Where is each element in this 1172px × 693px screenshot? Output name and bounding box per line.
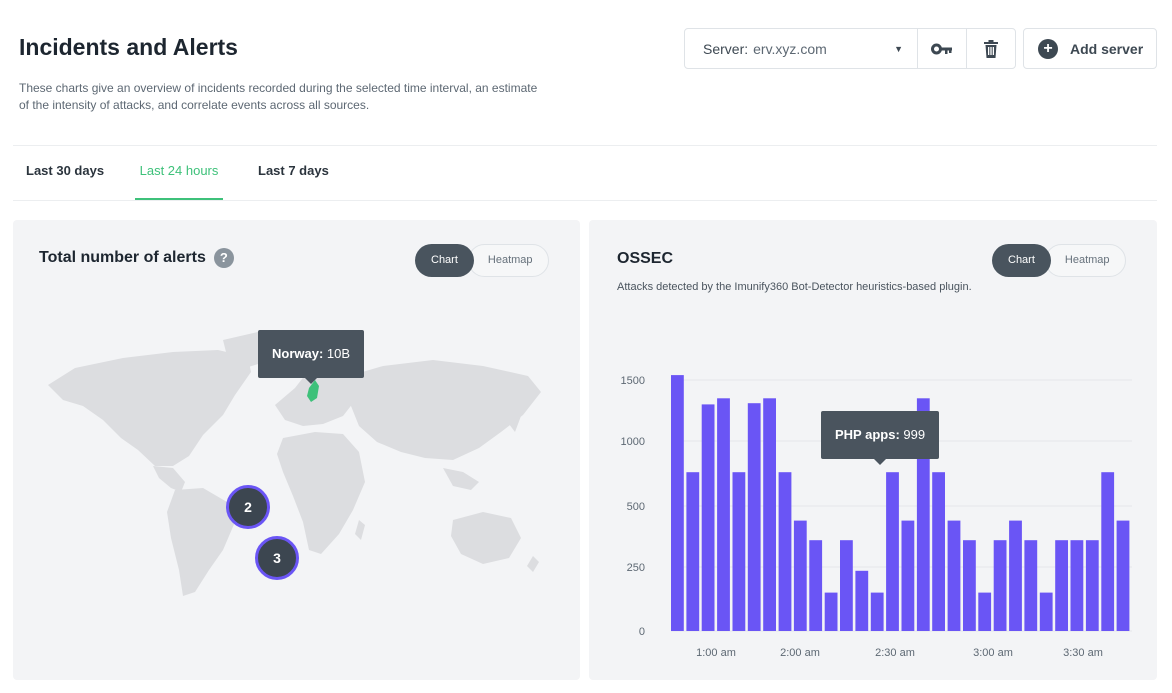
chart-toggle-button[interactable]: Chart xyxy=(992,244,1051,277)
map-tooltip: Norway: 10B xyxy=(258,330,365,384)
y-tick-label: 1500 xyxy=(621,375,645,387)
chart-bar[interactable] xyxy=(793,520,807,631)
chart-bar[interactable] xyxy=(809,540,823,631)
server-value: erv.xyz.com xyxy=(753,40,827,57)
tooltip-country: Norway: xyxy=(272,346,324,361)
server-toolbar: Server: erv.xyz.com ▼ xyxy=(684,28,1016,69)
x-tick-label: 3:30 am xyxy=(1063,647,1103,659)
map-central-america xyxy=(153,466,185,492)
plus-circle-icon: + xyxy=(1038,38,1058,59)
map-cluster-marker[interactable]: 3 xyxy=(255,536,299,580)
time-range-tabs: Last 30 days Last 24 hours Last 7 days xyxy=(13,146,1157,201)
map-north-america xyxy=(48,350,251,466)
tab-last-7-days[interactable]: Last 7 days xyxy=(258,146,329,200)
map-south-america xyxy=(167,488,235,596)
chart-bar[interactable] xyxy=(1085,540,1099,631)
y-tick-label: 1000 xyxy=(621,436,645,448)
alerts-map-card: Total number of alerts? Chart Heatmap No… xyxy=(13,220,580,680)
page-title: Incidents and Alerts xyxy=(19,34,238,60)
x-tick-label: 1:00 am xyxy=(696,647,736,659)
chart-bar[interactable] xyxy=(1101,472,1115,631)
chart-bar[interactable] xyxy=(717,398,730,631)
world-map[interactable] xyxy=(13,220,580,680)
chart-bar[interactable] xyxy=(701,404,715,631)
server-label: Server: xyxy=(703,40,749,57)
chart-bar[interactable] xyxy=(763,398,776,631)
add-server-button[interactable]: + Add server xyxy=(1023,28,1157,69)
chart-bar[interactable] xyxy=(1055,540,1068,631)
map-cluster-marker[interactable]: 2 xyxy=(226,485,270,529)
chart-bar[interactable] xyxy=(855,570,869,631)
chart-toggle-button[interactable]: Chart xyxy=(415,244,474,277)
chevron-down-icon: ▼ xyxy=(894,43,903,54)
x-tick-label: 2:00 am xyxy=(780,647,820,659)
chart-bar[interactable] xyxy=(870,592,884,631)
delete-server-button[interactable] xyxy=(966,29,1015,68)
server-select[interactable]: Server: erv.xyz.com ▼ xyxy=(685,29,917,68)
y-tick-label: 0 xyxy=(639,626,645,638)
chart-bar[interactable] xyxy=(932,472,945,631)
tooltip-label: PHP apps: xyxy=(835,427,900,442)
chart-bar[interactable] xyxy=(778,472,792,631)
x-tick-label: 2:30 am xyxy=(875,647,915,659)
chart-bar[interactable] xyxy=(947,520,961,631)
x-tick-label: 3:00 am xyxy=(973,647,1013,659)
tab-last-24-hours[interactable]: Last 24 hours xyxy=(135,146,223,200)
chart-bar[interactable] xyxy=(1039,592,1053,631)
map-asia xyxy=(349,360,541,460)
key-icon xyxy=(931,43,952,54)
chart-bar[interactable] xyxy=(901,520,915,631)
map-new-zealand xyxy=(527,556,539,572)
chart-bar[interactable] xyxy=(1070,540,1084,631)
chart-bar[interactable] xyxy=(886,472,899,631)
chart-bar[interactable] xyxy=(840,540,853,631)
map-southeast-asia xyxy=(443,468,479,490)
chart-bar[interactable] xyxy=(1116,520,1130,631)
chart-bar[interactable] xyxy=(732,472,746,631)
chart-bar[interactable] xyxy=(747,403,761,631)
y-tick-label: 500 xyxy=(627,501,645,513)
chart-bar[interactable] xyxy=(671,375,684,631)
tab-last-30-days[interactable]: Last 30 days xyxy=(26,146,104,200)
key-button[interactable] xyxy=(917,29,966,68)
page-description: These charts give an overview of inciden… xyxy=(19,81,538,112)
tooltip-value: 999 xyxy=(903,427,926,442)
chart-bar[interactable] xyxy=(978,592,992,631)
chart-bar[interactable] xyxy=(686,472,700,631)
chart-bar[interactable] xyxy=(963,540,976,631)
chart-bar[interactable] xyxy=(824,592,838,631)
y-tick-label: 250 xyxy=(627,562,645,574)
trash-icon xyxy=(984,39,998,58)
map-australia xyxy=(451,512,521,564)
map-madagascar xyxy=(355,520,365,540)
chart-bar[interactable] xyxy=(993,540,1007,631)
bar-tooltip: PHP apps: 999 xyxy=(821,411,940,465)
add-server-label: Add server xyxy=(1070,40,1144,57)
map-africa xyxy=(277,432,365,554)
chart-bar[interactable] xyxy=(1024,540,1038,631)
chart-bar[interactable] xyxy=(1009,520,1022,631)
ossec-card: OSSEC Chart Heatmap Attacks detected by … xyxy=(589,220,1157,680)
tooltip-country-value: 10B xyxy=(326,346,351,361)
